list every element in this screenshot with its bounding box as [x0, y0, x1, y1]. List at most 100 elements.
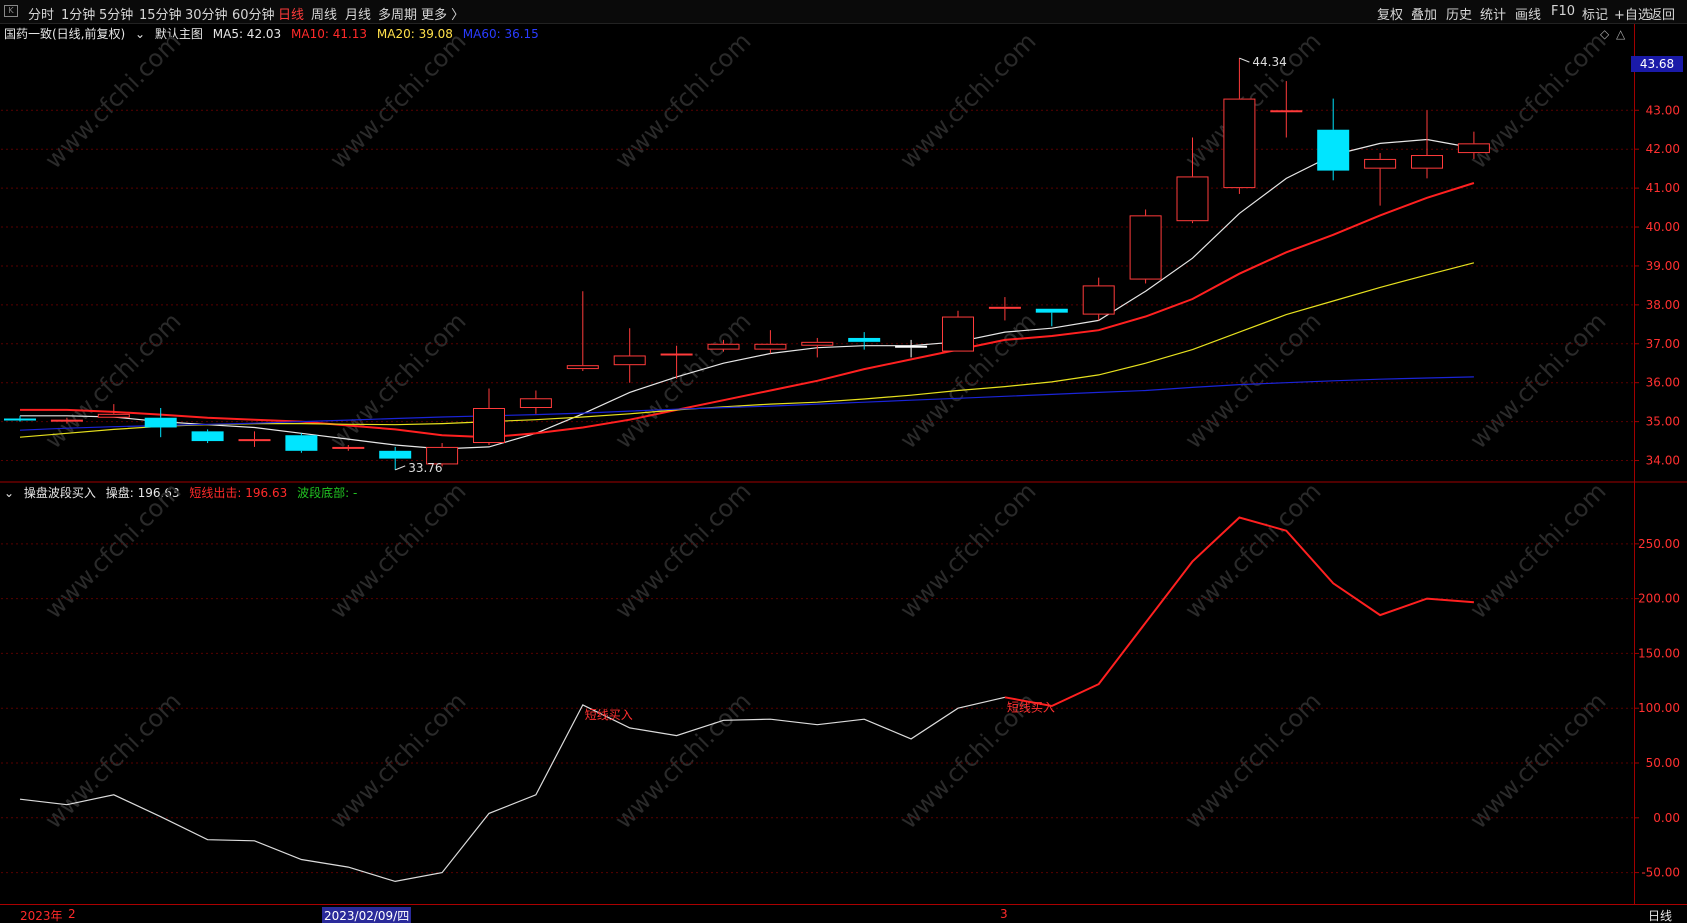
- candle-4[interactable]: [191, 429, 224, 444]
- period-tab-6[interactable]: 日线: [278, 4, 304, 23]
- candle-28[interactable]: [1317, 98, 1350, 181]
- period-tab-1[interactable]: 1分钟: [61, 4, 95, 23]
- candle-27[interactable]: [1270, 81, 1303, 138]
- period-tab-10[interactable]: 更多 〉: [421, 4, 464, 23]
- candle-2[interactable]: [97, 404, 130, 418]
- period-tab-8[interactable]: 月线: [345, 4, 371, 23]
- candle-24[interactable]: [1129, 209, 1162, 284]
- template-selector[interactable]: 默认主图: [155, 27, 203, 41]
- candle-19[interactable]: [895, 339, 928, 358]
- candle-13[interactable]: [613, 328, 646, 383]
- candle-20[interactable]: [942, 310, 974, 352]
- menu-item-6[interactable]: 标记: [1582, 4, 1608, 23]
- period-tab-7[interactable]: 周线: [311, 4, 337, 23]
- y-tick-label-main-8: 35.00: [1646, 415, 1680, 429]
- watermark-18: www.cfchi.com: [39, 687, 186, 834]
- candle-26[interactable]: [1223, 58, 1256, 194]
- candle-8[interactable]: [379, 446, 412, 470]
- watermark-14: www.cfchi.com: [609, 477, 756, 624]
- candle-15[interactable]: [707, 339, 740, 352]
- candle-9[interactable]: [426, 443, 459, 467]
- buy-signal-label-0: 短线买入: [585, 708, 633, 722]
- watermark-22: www.cfchi.com: [1179, 687, 1326, 834]
- y-tick-label-ind-6: -50.00: [1641, 866, 1680, 880]
- candle-30[interactable]: [1411, 110, 1443, 179]
- period-label[interactable]: 日线: [1648, 907, 1672, 923]
- candle-body-15: [707, 343, 740, 350]
- watermark-6: www.cfchi.com: [39, 307, 186, 454]
- candle-23[interactable]: [1082, 277, 1115, 321]
- candle-1[interactable]: [50, 417, 83, 424]
- watermark-11: www.cfchi.com: [1464, 307, 1611, 454]
- diamond-icon[interactable]: ◇: [1600, 27, 1609, 41]
- period-toolbar: K 分时 1分钟 5分钟 15分钟 30分钟 60分钟 日线 周线 月线 多周期 更多 〉 复权 叠加…: [0, 0, 1687, 24]
- high-price-label: 44.34: [1252, 55, 1286, 69]
- candle-11[interactable]: [519, 390, 552, 414]
- candle-29[interactable]: [1364, 153, 1397, 206]
- candle-body-9: [426, 446, 459, 465]
- collapse-icon[interactable]: △: [1616, 27, 1625, 41]
- menu-item-1[interactable]: 叠加: [1411, 4, 1437, 23]
- time-axis-bar: 2023年 2 2023/02/09/四 3 日线: [0, 904, 1687, 923]
- buy-signal-label-1: 短线买入: [1007, 700, 1055, 714]
- low-arrow: [395, 465, 406, 471]
- period-tab-0[interactable]: 分时: [28, 4, 54, 23]
- candle-31[interactable]: [1457, 131, 1490, 159]
- candle-body-12: [566, 365, 599, 370]
- indicator-line-white: [19, 696, 1006, 883]
- indicator-name[interactable]: 操盘波段买入: [24, 486, 96, 500]
- candle-body-22: [1035, 308, 1068, 313]
- y-tick-label-main-5: 38.00: [1646, 298, 1680, 312]
- candle-21[interactable]: [988, 297, 1021, 321]
- candle-7[interactable]: [332, 444, 365, 451]
- candle-3[interactable]: [144, 408, 177, 438]
- y-tick-label-main-1: 42.00: [1646, 142, 1680, 156]
- menu-item-5[interactable]: F10: [1551, 4, 1575, 19]
- kline-chart[interactable]: www.cfchi.com www.cfchi.com www.cfchi.com w…: [0, 0, 1687, 923]
- menu-item-4[interactable]: 画线: [1515, 4, 1541, 23]
- menu-item-3[interactable]: 统计: [1480, 4, 1506, 23]
- candle-25[interactable]: [1176, 137, 1209, 224]
- candle-body-21: [988, 306, 1021, 309]
- chevron-down-icon[interactable]: ⌄: [135, 27, 145, 41]
- candle-0[interactable]: [4, 415, 36, 422]
- period-tab-4[interactable]: 30分钟: [185, 4, 228, 23]
- candle-10[interactable]: [473, 388, 505, 445]
- y-tick-label-ind-2: 150.00: [1638, 646, 1680, 660]
- period-tab-3[interactable]: 15分钟: [139, 4, 182, 23]
- candle-12[interactable]: [566, 291, 599, 372]
- candle-body-24: [1129, 215, 1162, 280]
- candle-6[interactable]: [285, 433, 318, 453]
- candle-22[interactable]: [1035, 308, 1068, 327]
- ma-line-ma5: [20, 138, 1475, 450]
- candle-18[interactable]: [848, 332, 881, 350]
- watermark-0: www.cfchi.com: [39, 27, 186, 174]
- candle-14[interactable]: [660, 345, 693, 379]
- candle-body-16: [754, 343, 787, 350]
- candle-body-3: [144, 417, 177, 428]
- period-tab-5[interactable]: 60分钟: [232, 4, 275, 23]
- watermark-5: www.cfchi.com: [1464, 27, 1611, 174]
- watermark-20: www.cfchi.com: [609, 687, 756, 834]
- watermark-3: www.cfchi.com: [894, 27, 1041, 174]
- low-price-label: 33.76: [408, 461, 442, 475]
- candle-16[interactable]: [754, 330, 787, 354]
- candle-5[interactable]: [238, 431, 271, 447]
- menu-item-0[interactable]: 复权: [1377, 4, 1403, 23]
- ma10-label: MA10: 41.13: [291, 27, 368, 41]
- menu-item-7[interactable]: +自选: [1614, 4, 1651, 23]
- candle-17[interactable]: [801, 337, 834, 358]
- candle-body-30: [1411, 155, 1443, 169]
- watermark-8: www.cfchi.com: [609, 307, 756, 454]
- chevron-down-icon[interactable]: ⌄: [4, 486, 14, 500]
- period-tab-2[interactable]: 5分钟: [99, 4, 133, 23]
- menu-item-2[interactable]: 历史: [1446, 4, 1472, 23]
- high-arrow: [1239, 57, 1250, 63]
- period-tab-9[interactable]: 多周期: [378, 4, 417, 23]
- stock-title[interactable]: 国药一致(日线,前复权): [4, 27, 125, 41]
- candle-body-4: [191, 431, 224, 442]
- y-tick-label-main-2: 41.00: [1646, 181, 1680, 195]
- y-tick-label-ind-3: 100.00: [1638, 701, 1680, 715]
- menu-item-8[interactable]: 返回: [1649, 4, 1675, 23]
- candle-body-8: [379, 450, 412, 459]
